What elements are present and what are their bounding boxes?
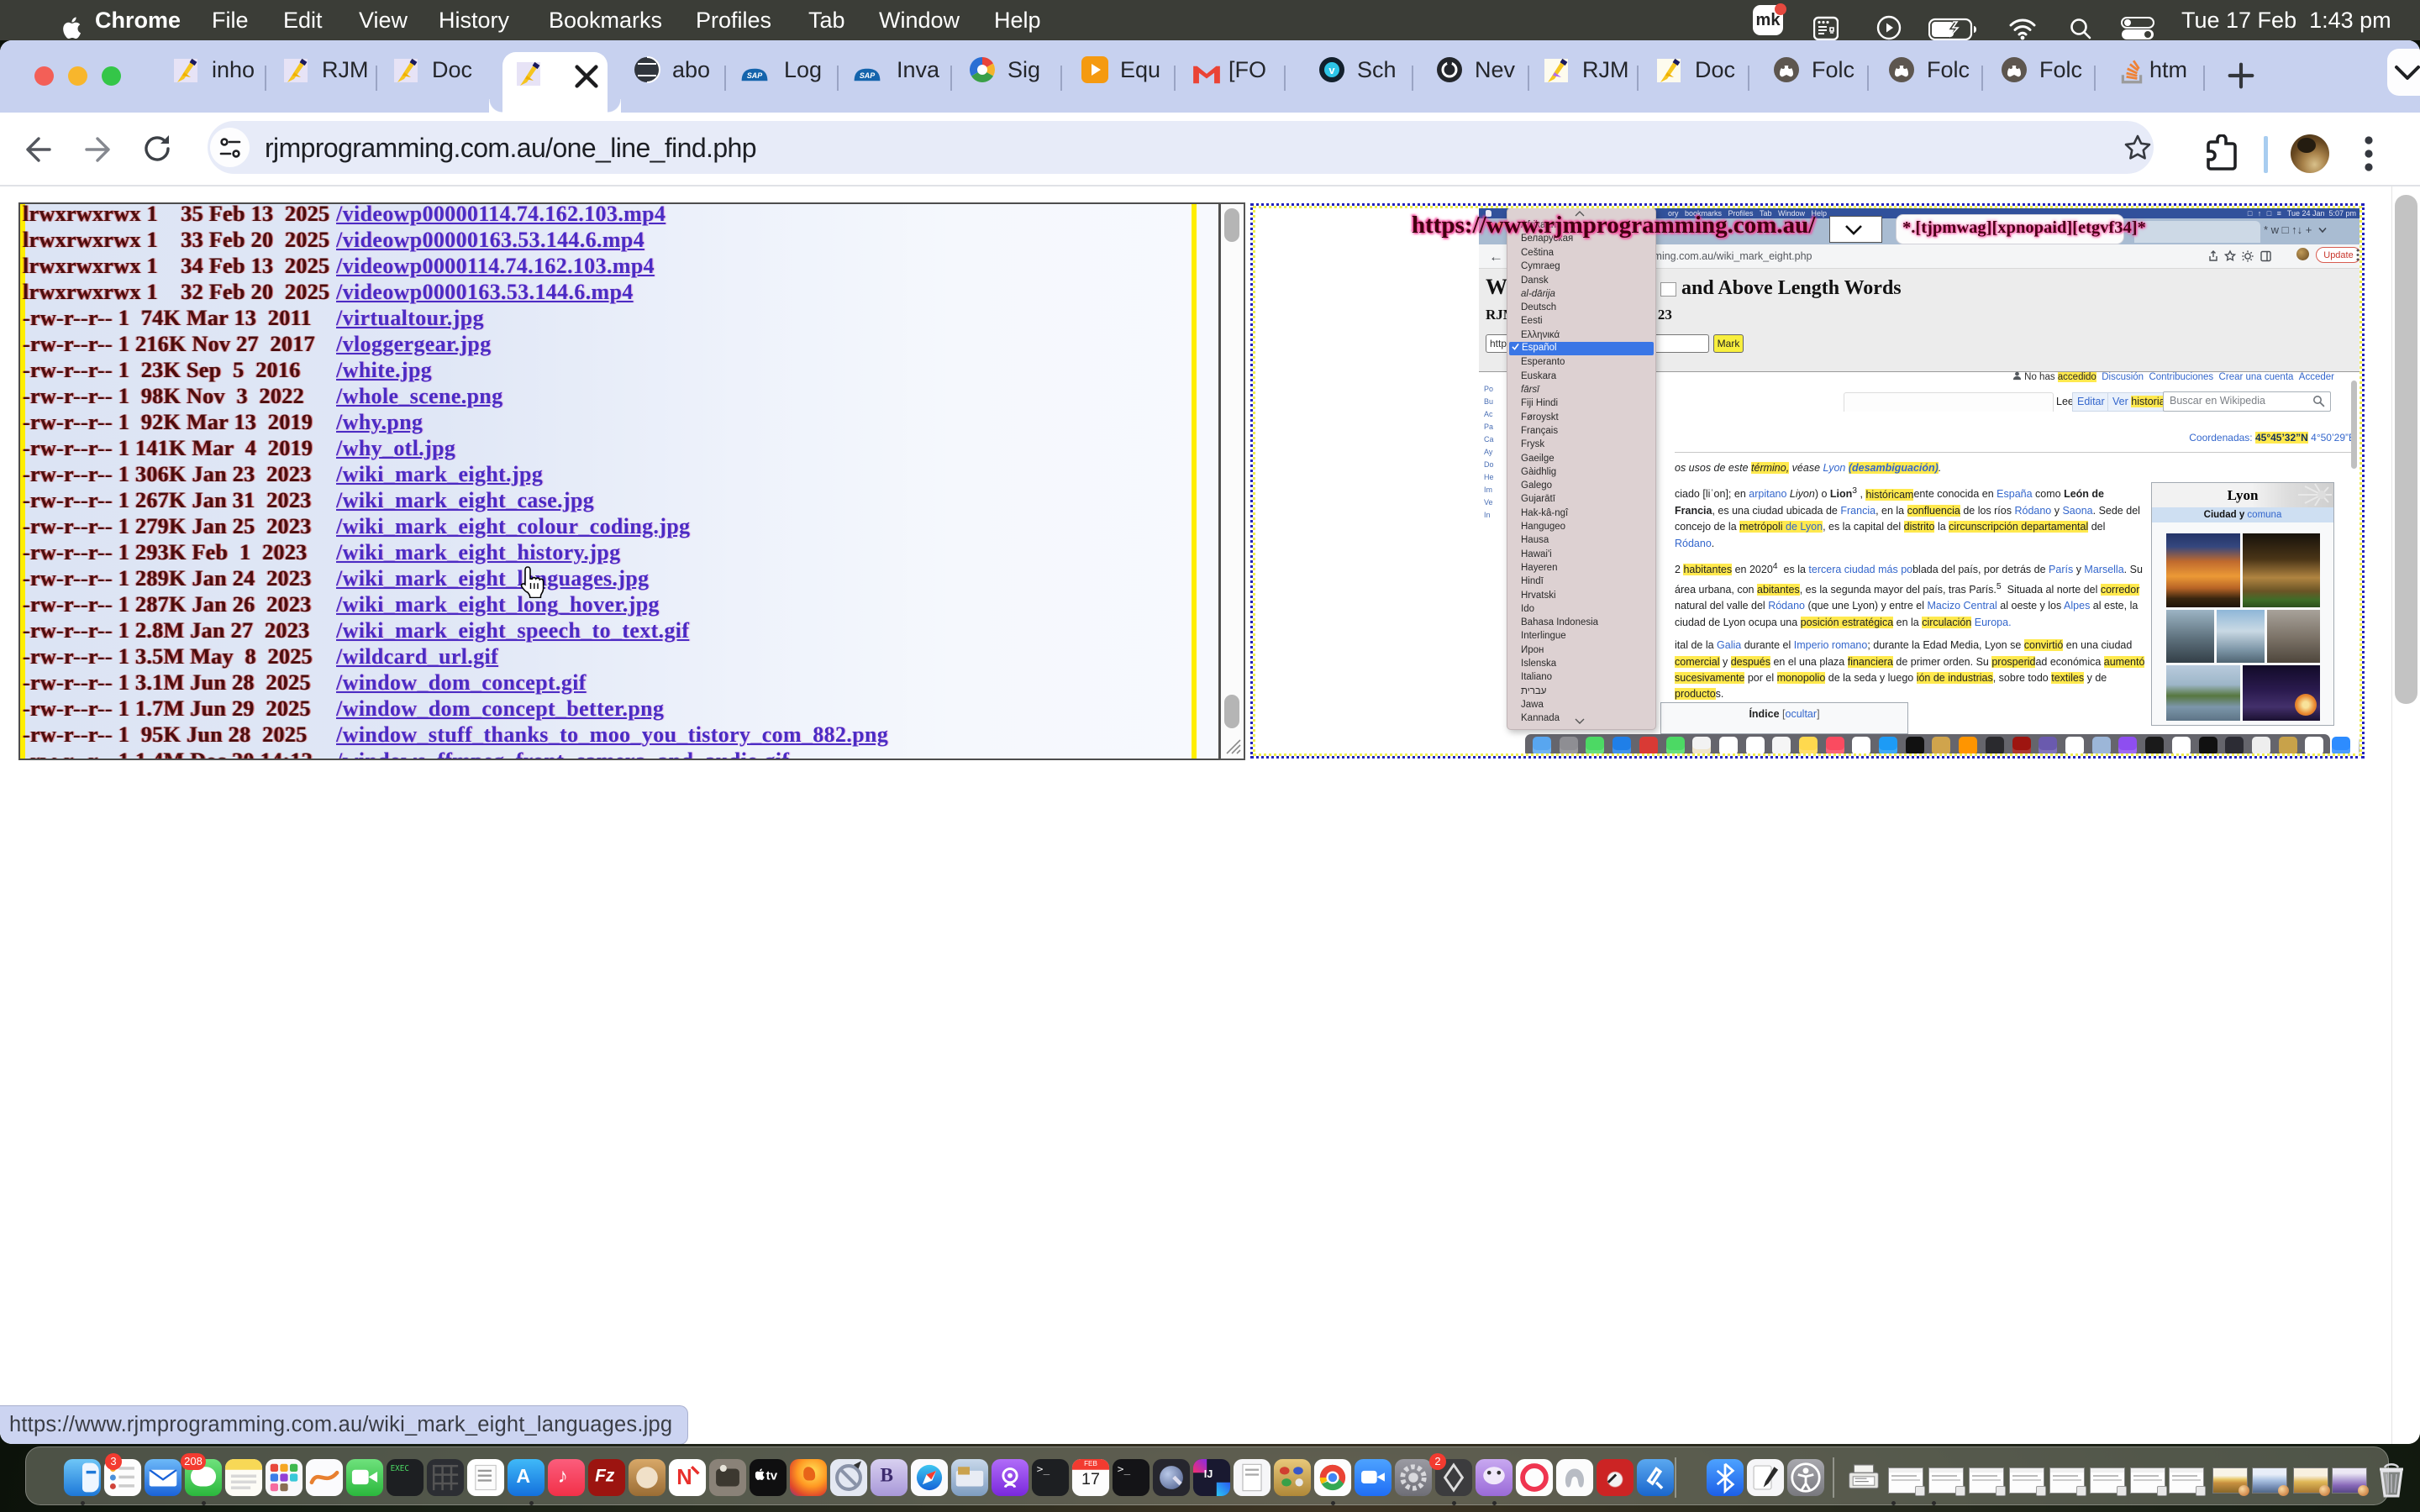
svg-text:v: v [1328,64,1335,76]
svg-text:SAP: SAP [747,71,762,80]
svg-text:SAP: SAP [860,71,875,80]
